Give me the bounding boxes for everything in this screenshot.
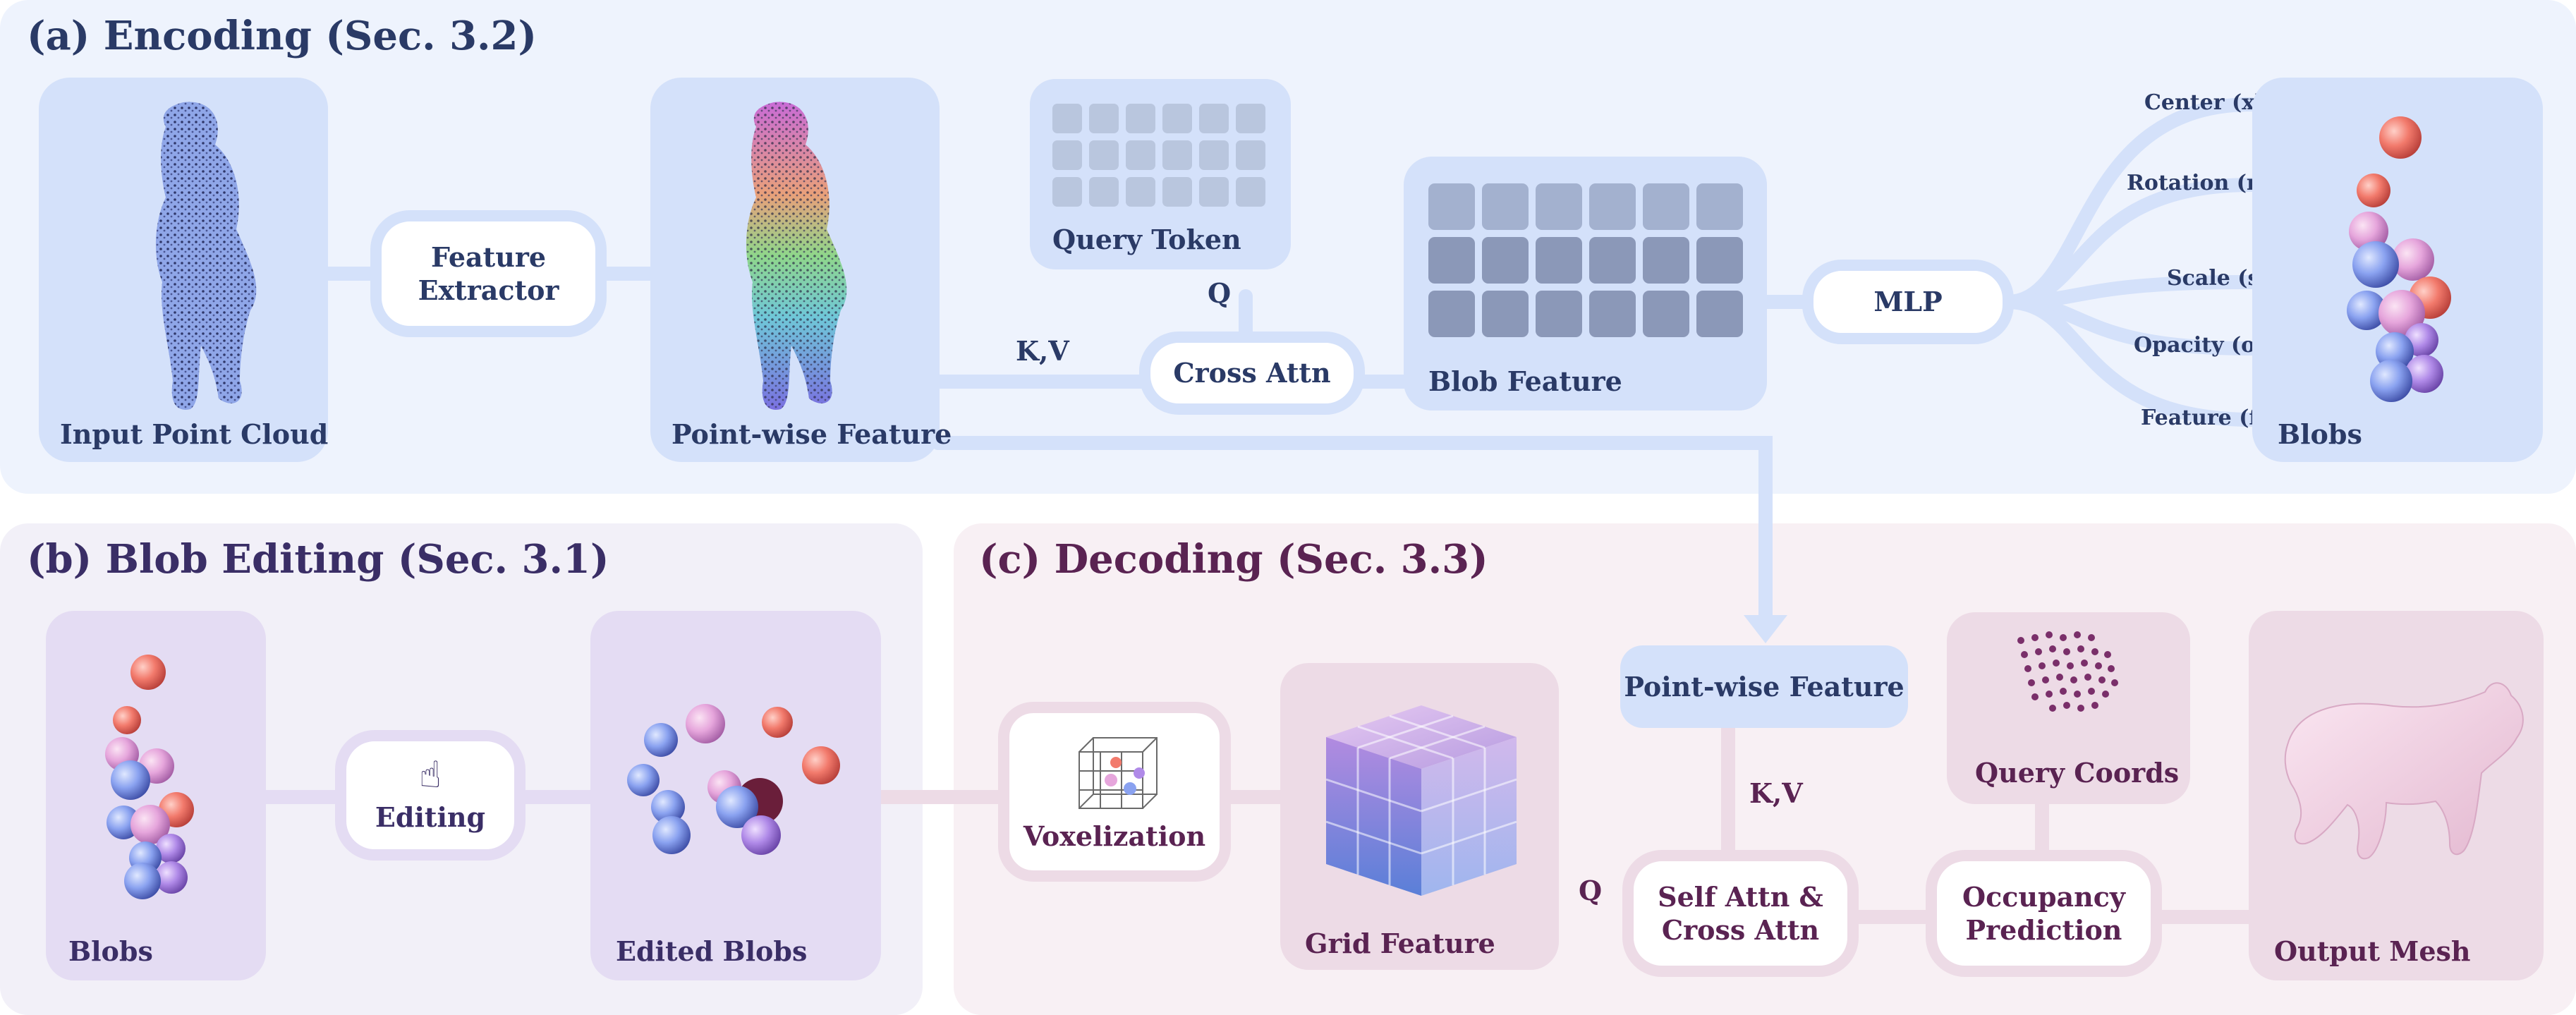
output-mesh-card: Output Mesh <box>2249 611 2544 980</box>
feature-extractor-box: Feature Extractor <box>370 210 607 337</box>
edited-blobs-label: Edited Blobs <box>616 935 808 967</box>
features-kv-label: K,V <box>1016 335 1069 367</box>
input-point-cloud-card: Input Point Cloud <box>39 78 328 462</box>
pointwise-feature-label: Point-wise Feature <box>672 418 952 450</box>
query-token-card: Query Token <box>1030 79 1291 269</box>
editing-title: (b) Blob Editing (Sec. 3.1) <box>27 536 609 583</box>
input-point-cloud-label: Input Point Cloud <box>60 418 329 450</box>
edited-blobs-image <box>627 704 840 855</box>
grid-feature-label: Grid Feature <box>1305 928 1495 959</box>
encoding-title: (a) Encoding (Sec. 3.2) <box>27 13 537 59</box>
grid-feature-card: Grid Feature <box>1280 663 1559 970</box>
arrow-head-down <box>1744 615 1787 643</box>
blobs-spheres-image <box>2347 116 2451 402</box>
output-mesh-label: Output Mesh <box>2274 935 2471 967</box>
query-q-label: Q <box>1208 277 1232 309</box>
query-token-grid <box>1052 104 1265 207</box>
branch-feature <box>2000 295 2259 427</box>
blob-feature-card: Blob Feature <box>1404 157 1767 411</box>
cross-attn-box: Cross Attn <box>1139 332 1365 415</box>
decoder-pointwise-feature-label: Point-wise Feature <box>1624 671 1904 703</box>
editing-label: Editing <box>375 801 486 833</box>
query-coords-points-image <box>2017 631 2118 712</box>
decoder-kv-label: K,V <box>1749 777 1803 809</box>
encoding-blobs-label: Blobs <box>2278 418 2362 450</box>
query-token-label: Query Token <box>1052 224 1241 255</box>
output-mesh-bear-image <box>2284 682 2524 860</box>
cross-attn-label: Cross Attn <box>1173 357 1331 389</box>
self-cross-attn-label: Self Attn & Cross Attn <box>1658 880 1823 947</box>
editing-box: ☝ Editing <box>335 730 525 861</box>
editing-blobs-label: Blobs <box>68 935 153 967</box>
self-cross-attn-box: Self Attn & Cross Attn <box>1622 850 1859 977</box>
feature-bear-image <box>746 102 847 410</box>
decoder-q-label: Q <box>1579 875 1603 906</box>
encoding-blobs-card: Blobs <box>2252 78 2543 462</box>
decoder-pointwise-feature-box: Point-wise Feature <box>1620 645 1908 728</box>
mlp-label: MLP <box>1873 286 1943 318</box>
query-coords-card: Query Coords <box>1947 612 2190 804</box>
output-feature-label: Feature (f) <box>2141 406 2268 430</box>
decoding-title: (c) Decoding (Sec. 3.3) <box>979 536 1488 583</box>
blob-feature-grid <box>1428 183 1743 337</box>
voxelization-box: Voxelization <box>998 702 1231 882</box>
query-coords-label: Query Coords <box>1975 757 2180 789</box>
voxel-grid-icon <box>1079 736 1158 809</box>
occupancy-prediction-box: Occupancy Prediction <box>1926 850 2162 977</box>
blob-feature-label: Blob Feature <box>1428 365 1622 397</box>
mlp-box: MLP <box>1802 260 2014 344</box>
editing-blobs-card: Blobs <box>46 611 266 980</box>
voxelization-label: Voxelization <box>1023 820 1206 852</box>
editing-blobs-image <box>105 655 194 899</box>
hand-pointer-icon: ☝ <box>419 753 442 796</box>
point-cloud-bear-image <box>155 102 257 410</box>
pointwise-feature-card: Point-wise Feature <box>650 78 952 462</box>
grid-feature-cube-image <box>1325 705 1517 896</box>
conn-features-to-decoder <box>931 436 1773 628</box>
feature-extractor-label: Feature Extractor <box>418 241 559 307</box>
output-opacity-label: Opacity (o) <box>2134 333 2266 358</box>
occupancy-prediction-label: Occupancy Prediction <box>1962 880 2126 947</box>
output-center-label: Center (x) <box>2144 90 2265 115</box>
edited-blobs-card: Edited Blobs <box>590 611 881 980</box>
output-rotation-label: Rotation (r) <box>2127 171 2268 195</box>
